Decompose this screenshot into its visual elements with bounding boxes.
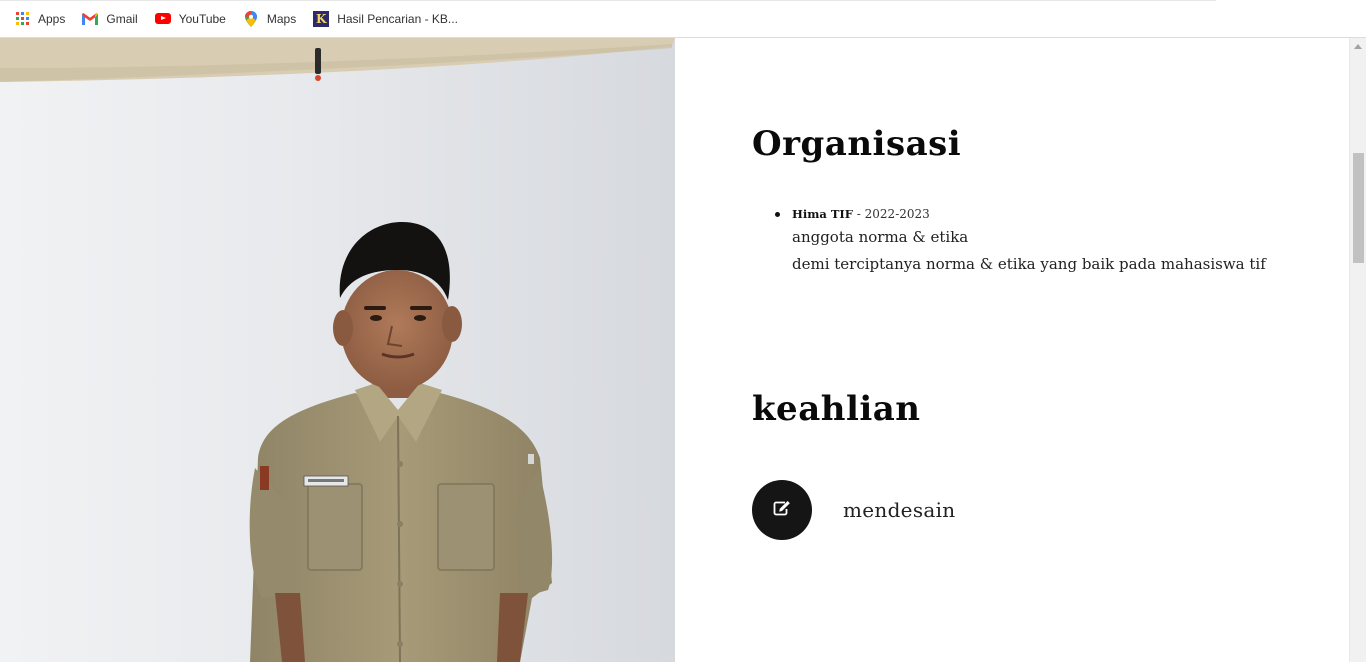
apps-dot bbox=[15, 12, 19, 15]
bookmark-label: YouTube bbox=[178, 11, 226, 26]
edit-icon bbox=[773, 500, 791, 520]
bookmark-label: Hasil Pencarian - KB... bbox=[337, 11, 458, 26]
organisasi-role: anggota norma & etika bbox=[792, 228, 969, 246]
organisasi-heading: Organisasi bbox=[752, 124, 962, 164]
page-scrollbar[interactable] bbox=[1349, 38, 1366, 662]
skill-icon-badge bbox=[752, 480, 812, 540]
bookmark-kbbi[interactable]: K Hasil Pencarian - KB... bbox=[313, 7, 458, 31]
organisasi-entry-head: Hima TIF - 2022-2023 bbox=[792, 204, 1312, 224]
apps-dot bbox=[25, 22, 29, 25]
toolbar-divider bbox=[0, 0, 1216, 1]
organisasi-description: demi terciptanya norma & etika yang baik… bbox=[792, 255, 1266, 273]
scrollbar-thumb[interactable] bbox=[1353, 153, 1364, 263]
bookmark-gmail[interactable]: Gmail bbox=[82, 7, 138, 31]
apps-dot bbox=[20, 17, 24, 20]
main-content: Organisasi Hima TIF - 2022-2023 anggota … bbox=[675, 38, 1349, 662]
kbbi-k-icon: K bbox=[313, 10, 330, 27]
bookmarks-bar: Apps Gmail YouTube Maps K Hasil Pencaria… bbox=[0, 0, 1366, 38]
organisasi-separator: - bbox=[852, 207, 865, 221]
bookmark-label: Apps bbox=[38, 11, 66, 26]
apps-dot bbox=[15, 22, 19, 25]
apps-dot bbox=[20, 22, 24, 25]
keahlian-heading: keahlian bbox=[752, 389, 921, 429]
apps-dot bbox=[20, 12, 24, 15]
organisasi-list: Hima TIF - 2022-2023 anggota norma & eti… bbox=[752, 204, 1312, 278]
scroll-up-arrow-icon[interactable] bbox=[1354, 44, 1362, 49]
apps-dot bbox=[15, 17, 19, 20]
list-item: Hima TIF - 2022-2023 anggota norma & eti… bbox=[752, 204, 1312, 278]
organisasi-years: 2022-2023 bbox=[864, 207, 930, 221]
skill-item: mendesain bbox=[752, 480, 956, 540]
apps-dot bbox=[25, 12, 29, 15]
portrait-photo bbox=[0, 38, 675, 662]
apps-grid-icon bbox=[14, 11, 30, 27]
bookmark-maps[interactable]: Maps bbox=[243, 7, 296, 31]
maps-pin-icon bbox=[243, 10, 259, 27]
bookmark-label: Gmail bbox=[106, 11, 138, 26]
youtube-icon bbox=[154, 11, 171, 27]
bookmark-label: Maps bbox=[266, 11, 297, 26]
bookmark-apps[interactable]: Apps bbox=[14, 7, 65, 31]
apps-dot bbox=[25, 17, 29, 20]
gmail-icon bbox=[82, 11, 99, 27]
organisasi-name: Hima TIF bbox=[792, 207, 853, 221]
bookmark-youtube[interactable]: YouTube bbox=[154, 7, 226, 31]
skill-label: mendesain bbox=[843, 498, 956, 522]
